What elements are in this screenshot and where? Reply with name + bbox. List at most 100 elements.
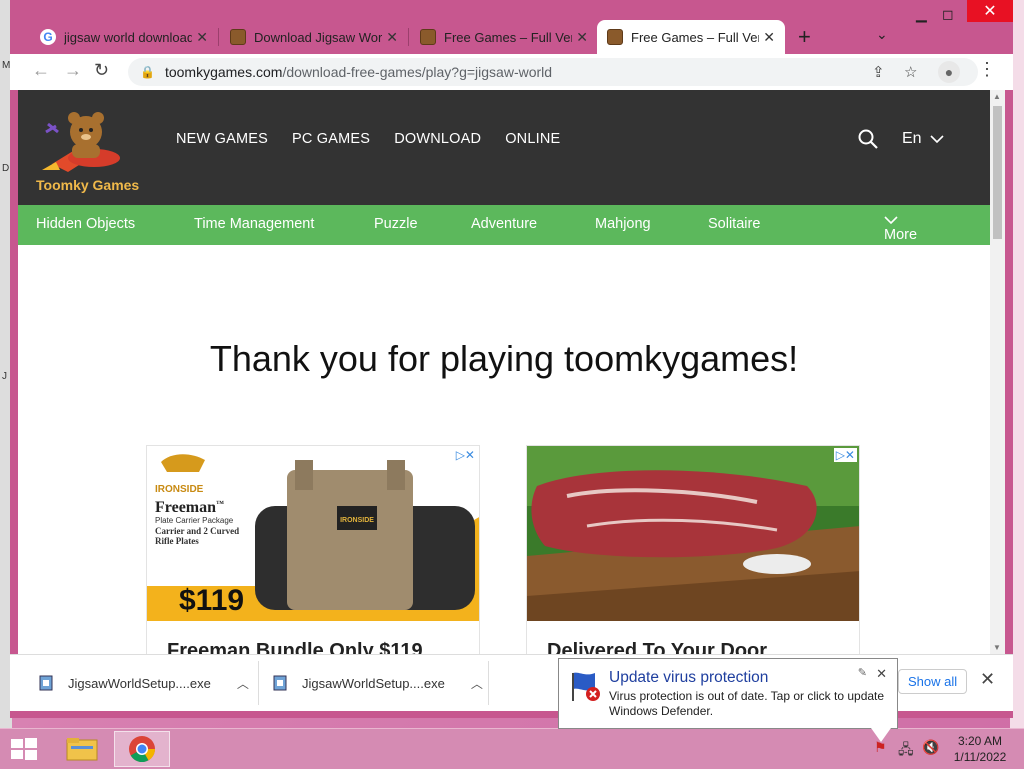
- category-hidden-objects[interactable]: Hidden Objects: [36, 216, 135, 232]
- address-bar[interactable]: 🔒 toomkygames.com/download-free-games/pl…: [128, 58, 978, 86]
- ad-caption[interactable]: Freeman Bundle Only $119: [167, 640, 423, 654]
- back-icon[interactable]: ←: [32, 60, 50, 81]
- chrome-taskbar-button[interactable]: [114, 731, 170, 767]
- category-time-management[interactable]: Time Management: [194, 216, 314, 232]
- ad-detail-line2: Rifle Plates: [155, 536, 199, 546]
- bear-icon: [607, 29, 623, 45]
- ad-brand: IRONSIDE: [155, 484, 204, 495]
- logo-text[interactable]: Toomky Games: [36, 177, 139, 193]
- tab-separator: [218, 28, 219, 46]
- more-label: More: [884, 227, 918, 243]
- window-close-button[interactable]: ✕: [967, 0, 1013, 22]
- close-shelf-icon[interactable]: ✕: [980, 669, 995, 690]
- installer-file-icon: [39, 675, 53, 691]
- nav-pc-games[interactable]: PC GAMES: [292, 131, 370, 147]
- category-more[interactable]: More: [884, 216, 917, 243]
- language-selector[interactable]: En: [902, 130, 944, 148]
- chevron-down-icon: [884, 216, 898, 224]
- download-item[interactable]: JigsawWorldSetup....exe ︿: [272, 655, 483, 711]
- ad-detail-line1: Carrier and 2 Curved: [155, 526, 239, 536]
- share-icon[interactable]: ⇪: [872, 63, 885, 81]
- scroll-up-icon[interactable]: ▲: [993, 92, 1001, 101]
- file-explorer-taskbar-button[interactable]: [54, 731, 110, 767]
- minimize-icon[interactable]: ▁: [916, 6, 927, 23]
- browser-window: G jigsaw world download ✕ Download Jigsa…: [10, 0, 1013, 718]
- ad-product-tm: ™: [216, 499, 224, 508]
- forward-icon[interactable]: →: [64, 60, 82, 81]
- reload-icon[interactable]: ↻: [94, 60, 109, 81]
- system-clock[interactable]: 3:20 AM 1/11/2022: [944, 733, 1016, 765]
- windows-start-icon[interactable]: [10, 737, 38, 761]
- desktop-letter: D: [2, 163, 10, 174]
- maximize-icon[interactable]: ◻: [942, 6, 954, 23]
- chevron-up-icon[interactable]: ︿: [237, 675, 249, 692]
- nav-download[interactable]: DOWNLOAD: [394, 131, 481, 147]
- close-tab-icon[interactable]: ✕: [196, 29, 208, 46]
- tab-3[interactable]: Free Games – Full Versi ✕: [410, 20, 598, 54]
- desktop-letter: J: [2, 371, 7, 382]
- profile-avatar-icon[interactable]: ●: [938, 61, 960, 83]
- bear-icon: [420, 29, 436, 45]
- chevron-up-icon[interactable]: ︿: [471, 675, 483, 692]
- notification-title: Update virus protection: [609, 669, 769, 686]
- tab-1[interactable]: G jigsaw world download ✕: [30, 20, 218, 54]
- menu-kebab-icon[interactable]: ⋮: [978, 59, 996, 80]
- lock-icon: 🔒: [140, 65, 155, 79]
- ad-image-plate-carrier: IRONSIDE Freeman™ Plate Carrier Package …: [147, 446, 479, 621]
- security-flag-icon: [572, 672, 600, 701]
- chevron-down-icon: [930, 135, 944, 143]
- google-icon: G: [40, 29, 56, 45]
- browser-toolbar: ← → ↻ 🔒 toomkygames.com/download-free-ga…: [10, 54, 1013, 90]
- pin-icon[interactable]: ✎: [858, 666, 867, 679]
- network-icon[interactable]: 🖧: [898, 739, 914, 763]
- language-label: En: [902, 130, 922, 147]
- category-mahjong[interactable]: Mahjong: [595, 216, 651, 232]
- toomky-bear-logo[interactable]: [38, 102, 134, 178]
- ad-card-ironside[interactable]: IRONSIDE Freeman™ Plate Carrier Package …: [146, 445, 480, 654]
- tab-title: jigsaw world download: [64, 29, 192, 45]
- ad-image-steak: [527, 446, 859, 621]
- page-scrollbar[interactable]: ▲ ▼: [990, 90, 1005, 654]
- nav-online[interactable]: ONLINE: [505, 131, 560, 147]
- search-icon[interactable]: [858, 129, 878, 149]
- ad-vest-tag: IRONSIDE: [340, 517, 374, 524]
- folder-icon: [66, 738, 98, 761]
- url-domain: toomkygames.com: [164, 64, 283, 80]
- new-tab-button[interactable]: +: [798, 24, 811, 50]
- defender-notification[interactable]: Update virus protection Virus protection…: [558, 658, 898, 742]
- close-tab-icon[interactable]: ✕: [576, 29, 588, 46]
- scroll-down-icon[interactable]: ▼: [993, 643, 1001, 652]
- category-solitaire[interactable]: Solitaire: [708, 216, 760, 232]
- tab-separator: [408, 28, 409, 46]
- ad-caption[interactable]: Delivered To Your Door: [547, 640, 767, 654]
- clock-date: 1/11/2022: [953, 750, 1007, 764]
- nav-new-games[interactable]: NEW GAMES: [176, 131, 268, 147]
- download-item[interactable]: JigsawWorldSetup....exe ︿: [38, 655, 249, 711]
- close-tab-icon[interactable]: ✕: [386, 29, 398, 46]
- page-viewport: Toomky Games NEW GAMES PC GAMES DOWNLOAD…: [18, 90, 990, 654]
- scrollbar-thumb[interactable]: [993, 106, 1002, 239]
- volume-muted-icon[interactable]: 🔇: [922, 739, 939, 756]
- ad-price: $119: [179, 584, 244, 617]
- bear-icon: [230, 29, 246, 45]
- bookmark-star-icon[interactable]: ☆: [904, 63, 917, 81]
- show-all-button[interactable]: Show all: [898, 669, 968, 694]
- ad-subtitle: Plate Carrier Package: [155, 516, 234, 525]
- clock-time: 3:20 AM: [957, 734, 1003, 748]
- tab-search-chevron-icon[interactable]: ⌄: [876, 26, 888, 43]
- adchoices-icon[interactable]: ▷✕: [453, 448, 477, 462]
- ad-card-meat[interactable]: ▷✕ Delivered To Your Door: [526, 445, 860, 654]
- close-tab-icon[interactable]: ✕: [763, 29, 775, 46]
- tab-title: Free Games – Full Versi: [444, 29, 572, 45]
- tab-4-active[interactable]: Free Games – Full Versi ✕: [597, 20, 785, 54]
- category-puzzle[interactable]: Puzzle: [374, 216, 418, 232]
- chrome-icon: [129, 736, 156, 763]
- tab-title: Free Games – Full Versi: [631, 29, 759, 45]
- tab-2[interactable]: Download Jigsaw World ✕: [220, 20, 408, 54]
- adchoices-icon[interactable]: ▷✕: [833, 448, 857, 462]
- installer-file-icon: [273, 675, 287, 691]
- shelf-separator: [488, 661, 489, 705]
- category-adventure[interactable]: Adventure: [471, 216, 537, 232]
- close-notification-icon[interactable]: ✕: [876, 666, 887, 682]
- url-path: /download-free-games/play?g=jigsaw-world: [282, 64, 553, 80]
